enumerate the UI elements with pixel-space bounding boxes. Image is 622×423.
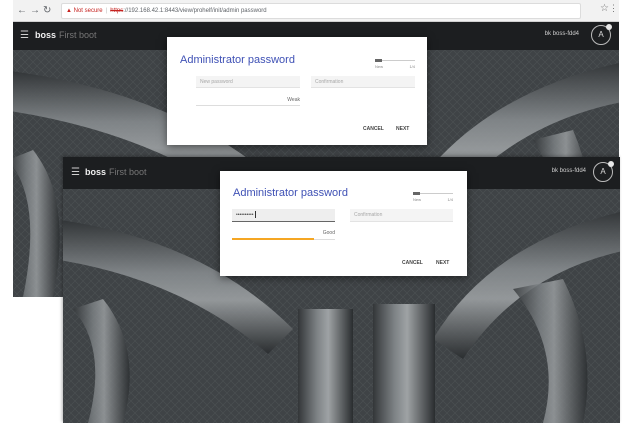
back-arrow-icon[interactable]: ← <box>17 4 27 18</box>
dialog-title: Administrator password <box>180 54 295 66</box>
reload-icon[interactable]: ↻ <box>43 4 51 18</box>
password-strength-label: Weak <box>287 97 300 103</box>
password-strength-bar <box>196 105 300 106</box>
brand: boss First boot <box>85 167 147 177</box>
address-bar[interactable]: ▲ Not secure | https://192.168.42.1:8443/v… <box>61 3 581 19</box>
brand-subtitle: First boot <box>59 30 97 40</box>
brand: boss First boot <box>35 30 97 40</box>
step-progress: New 1/4 <box>375 58 415 70</box>
new-password-field[interactable]: •••••••••• <box>232 209 335 222</box>
host-name: bk boss-fdd4 <box>551 168 586 174</box>
cancel-button[interactable]: CANCEL <box>402 260 423 266</box>
avatar-initial: A <box>598 30 604 39</box>
avatar-initial: A <box>600 167 606 176</box>
confirmation-field[interactable]: Confirmation <box>350 209 453 222</box>
text-cursor <box>254 211 256 219</box>
avatar-icon[interactable]: A <box>591 24 612 45</box>
password-value: •••••••••• <box>236 212 254 218</box>
menu-icon[interactable]: ⋮ <box>609 3 618 14</box>
avatar-icon[interactable]: A <box>593 161 614 182</box>
admin-password-dialog-filled: Administrator password New 1/4 •••••••••… <box>220 171 467 276</box>
brand-subtitle: First boot <box>109 167 147 177</box>
new-password-field[interactable]: New password <box>196 76 300 88</box>
browser-toolbar: ← → ↻ ▲ Not secure | https://192.168.42.1:… <box>13 0 619 22</box>
url-scheme: https <box>110 8 124 14</box>
step-left-label: New <box>375 64 384 69</box>
brand-name: boss <box>35 30 57 40</box>
avatar-badge <box>606 24 612 30</box>
step-count: 1/4 <box>409 64 415 69</box>
step-count: 1/4 <box>447 197 453 202</box>
step-progress: New 1/4 <box>413 191 453 203</box>
step-fill <box>413 192 420 195</box>
host-name: bk boss-fdd4 <box>544 31 579 37</box>
warning-icon: ▲ <box>66 8 72 14</box>
next-button[interactable]: NEXT <box>436 260 449 266</box>
avatar-badge <box>608 161 614 167</box>
step-left-label: New <box>413 197 422 202</box>
admin-password-dialog-empty: Administrator password New 1/4 New passw… <box>167 37 427 145</box>
hamburger-icon[interactable]: ☰ <box>20 30 29 41</box>
password-strength-fill <box>232 238 315 240</box>
star-icon[interactable]: ☆ <box>600 3 609 14</box>
security-warning: Not secure <box>73 8 103 14</box>
password-strength-label: Good <box>322 230 335 236</box>
url-separator: | <box>105 8 108 14</box>
url-path: ://192.168.42.1:8443/view/prohelf/init/a… <box>123 8 267 14</box>
brand-name: boss <box>85 167 107 177</box>
confirmation-field[interactable]: Confirmation <box>311 76 415 88</box>
step-fill <box>375 59 382 62</box>
browser-window-front: ☰ boss First boot bk boss-fdd4 A Administ… <box>63 157 620 423</box>
forward-arrow-icon[interactable]: → <box>30 4 40 18</box>
dialog-title: Administrator password <box>233 187 348 199</box>
hamburger-icon[interactable]: ☰ <box>71 167 80 178</box>
cancel-button[interactable]: CANCEL <box>363 126 384 132</box>
next-button[interactable]: NEXT <box>396 126 409 132</box>
